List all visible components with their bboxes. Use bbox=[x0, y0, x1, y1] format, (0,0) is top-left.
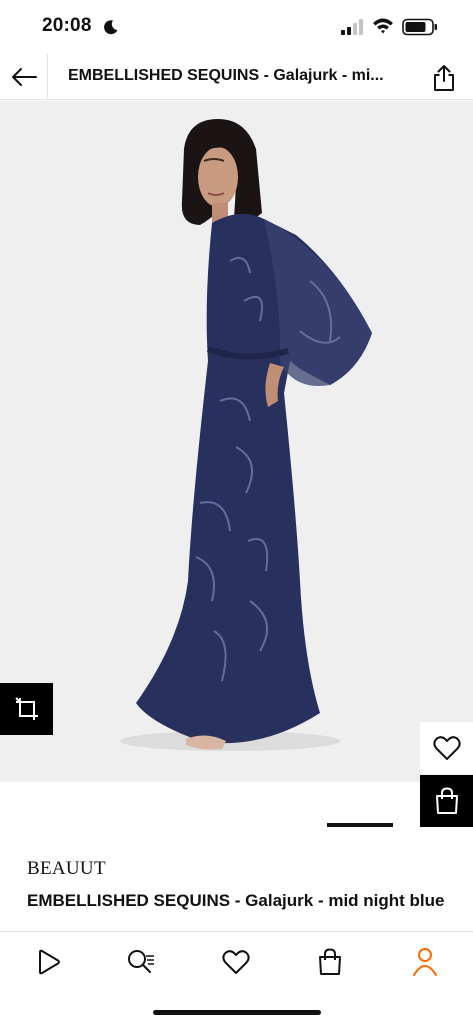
search-list-icon bbox=[128, 950, 154, 973]
image-carousel-indicator bbox=[327, 823, 393, 827]
shopping-bag-icon bbox=[319, 948, 341, 975]
compare-button[interactable] bbox=[0, 683, 53, 735]
signal-icon bbox=[341, 19, 363, 35]
back-button[interactable] bbox=[0, 54, 48, 100]
nav-item-search[interactable] bbox=[119, 946, 163, 978]
status-bar: 20:08 bbox=[0, 0, 473, 54]
product-name: EMBELLISHED SEQUINS - Galajurk - mid nig… bbox=[27, 891, 445, 910]
battery-icon bbox=[402, 18, 437, 36]
add-to-bag-button[interactable] bbox=[420, 775, 473, 827]
wishlist-button[interactable] bbox=[420, 722, 473, 774]
home-indicator bbox=[153, 1010, 321, 1015]
product-image[interactable] bbox=[0, 101, 473, 782]
nav-item-bag[interactable] bbox=[308, 946, 352, 978]
page-title: EMBELLISHED SEQUINS - Galajurk - mi... bbox=[68, 67, 384, 84]
product-brand[interactable]: BEAUUT bbox=[27, 858, 106, 880]
wifi-icon bbox=[373, 18, 393, 34]
heart-icon bbox=[222, 950, 250, 974]
nav-item-profile[interactable] bbox=[403, 946, 447, 978]
shopping-bag-icon bbox=[435, 787, 458, 814]
share-icon bbox=[434, 65, 454, 91]
moon-icon bbox=[104, 20, 118, 35]
model-dress-illustration bbox=[0, 101, 473, 782]
nav-item-inspiration[interactable] bbox=[26, 946, 70, 978]
compare-icon bbox=[14, 697, 38, 720]
arrow-left-icon bbox=[11, 68, 37, 86]
profile-icon bbox=[413, 948, 437, 976]
status-time: 20:08 bbox=[42, 15, 92, 36]
bottom-navigation bbox=[0, 931, 473, 1024]
heart-icon bbox=[432, 736, 461, 760]
play-icon bbox=[39, 949, 60, 975]
nav-item-wishlist[interactable] bbox=[214, 946, 258, 978]
share-button[interactable] bbox=[426, 61, 462, 95]
top-navigation-bar: EMBELLISHED SEQUINS - Galajurk - mi... bbox=[0, 54, 473, 100]
